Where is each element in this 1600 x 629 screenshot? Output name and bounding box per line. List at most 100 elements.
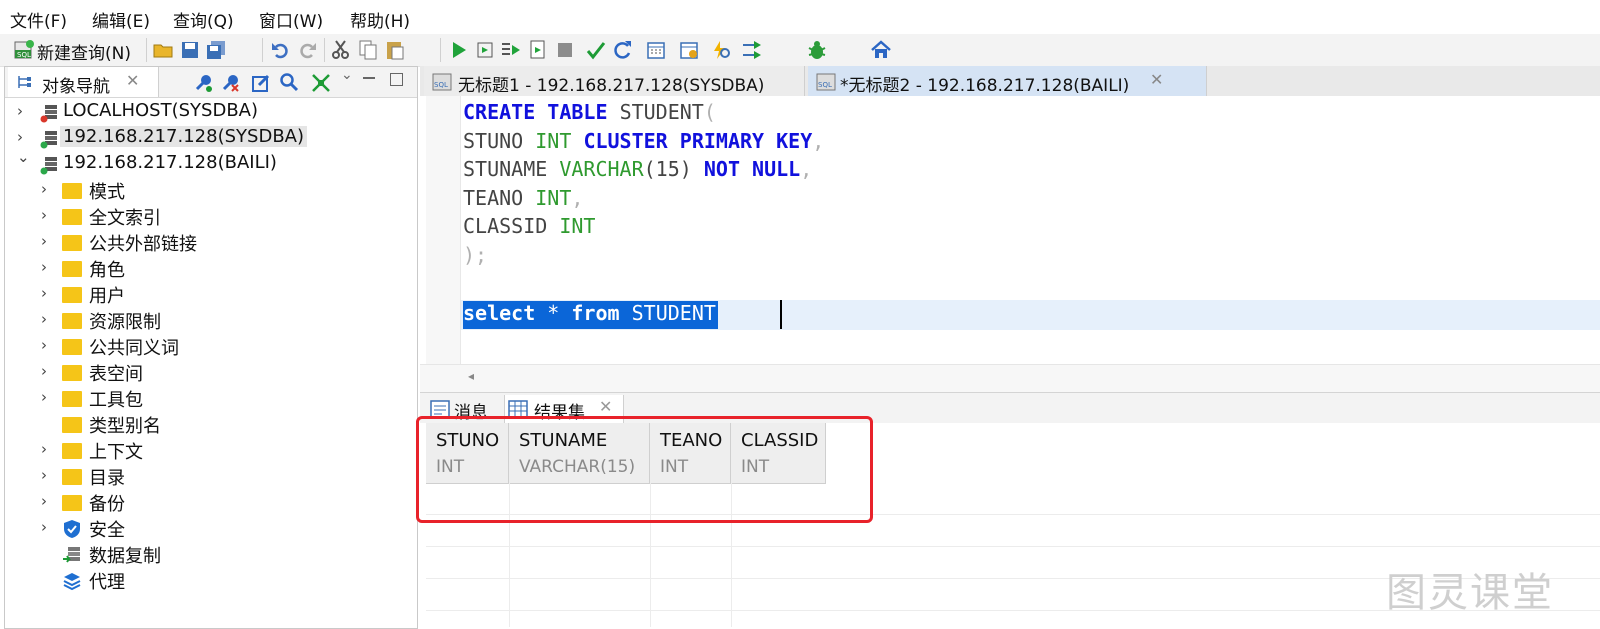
- maximize-icon[interactable]: [390, 73, 403, 86]
- calendar-icon[interactable]: [645, 39, 667, 61]
- tab-label: *无标题2 - 192.168.217.128(BAILI): [840, 76, 1130, 96]
- tree-item[interactable]: › 安全: [41, 516, 407, 542]
- folder-icon: [62, 365, 82, 381]
- menu-window[interactable]: 窗口(W): [259, 7, 323, 32]
- scroll-left-icon[interactable]: ◂: [468, 369, 474, 383]
- schedule-icon[interactable]: [678, 39, 700, 61]
- tree-item-label: 表空间: [89, 364, 143, 385]
- home-icon[interactable]: [870, 39, 892, 61]
- execute-plan-icon[interactable]: [500, 39, 522, 61]
- stop-icon[interactable]: [554, 39, 576, 61]
- paste-icon[interactable]: [384, 39, 406, 61]
- tree-item-label: 公共同义词: [89, 338, 179, 359]
- commit-icon[interactable]: [585, 39, 607, 61]
- toolbar-separator: [262, 38, 263, 62]
- menu-query[interactable]: 查询(Q): [173, 7, 234, 32]
- tree-item[interactable]: › 用户: [41, 282, 407, 308]
- tree-item[interactable]: 数据复制: [41, 542, 407, 568]
- chevron-right-icon[interactable]: ›: [41, 336, 55, 354]
- close-icon[interactable]: ✕: [126, 71, 139, 90]
- chevron-right-icon[interactable]: ›: [41, 362, 55, 380]
- redo-icon[interactable]: [296, 39, 318, 61]
- chevron-right-icon[interactable]: ›: [41, 492, 55, 510]
- editor-horizontal-scrollbar[interactable]: ◂: [420, 364, 1600, 392]
- chevron-right-icon[interactable]: ›: [41, 466, 55, 484]
- folder-icon: [62, 469, 82, 485]
- tree-item[interactable]: › 上下文: [41, 438, 407, 464]
- folder-icon: [62, 261, 82, 277]
- expand-all-icon[interactable]: [311, 73, 331, 93]
- chevron-right-icon[interactable]: ›: [41, 180, 55, 198]
- chevron-right-icon[interactable]: ›: [41, 440, 55, 458]
- folder-icon: [62, 235, 82, 251]
- tree-item[interactable]: › 公共外部链接: [41, 230, 407, 256]
- layers-icon: [63, 573, 81, 591]
- tab-object-navigator[interactable]: 对象导航 ✕: [8, 67, 159, 97]
- tree-connection[interactable]: › 192.168.217.128(SYSDBA): [17, 126, 407, 152]
- menu-help[interactable]: 帮助(H): [350, 7, 410, 32]
- copy-icon[interactable]: [357, 39, 379, 61]
- tab-untitled-2[interactable]: SQL *无标题2 - 192.168.217.128(BAILI) ✕: [808, 66, 1207, 96]
- tree-item[interactable]: › 目录: [41, 464, 407, 490]
- tab-untitled-1[interactable]: SQL 无标题1 - 192.168.217.128(SYSDBA): [424, 66, 805, 96]
- navigator-tab-label: 对象导航: [42, 77, 110, 97]
- tree-item-label: 全文索引: [89, 208, 161, 229]
- chevron-right-icon[interactable]: ›: [41, 206, 55, 224]
- sql-icon: SQL: [14, 40, 34, 59]
- tree-item[interactable]: › 备份: [41, 490, 407, 516]
- tree-item[interactable]: › 资源限制: [41, 308, 407, 334]
- selected-query: select * from STUDENT: [463, 301, 718, 329]
- folder-icon: [62, 209, 82, 225]
- tree-connection[interactable]: › LOCALHOST(SYSDBA): [17, 100, 407, 126]
- save-all-icon[interactable]: [205, 39, 227, 61]
- chevron-right-icon[interactable]: ›: [41, 388, 55, 406]
- chevron-right-icon[interactable]: ›: [41, 258, 55, 276]
- lightning-search-icon[interactable]: [710, 39, 732, 61]
- execute-line-icon[interactable]: [474, 39, 496, 61]
- chevron-right-icon[interactable]: ›: [41, 232, 55, 250]
- open-folder-icon[interactable]: [152, 39, 174, 61]
- step-icon[interactable]: [741, 39, 763, 61]
- tree-item[interactable]: › 角色: [41, 256, 407, 282]
- tree-item[interactable]: › 工具包: [41, 386, 407, 412]
- tree-item-label: 代理: [89, 572, 125, 593]
- disconnect-icon[interactable]: [220, 73, 240, 93]
- tree-item[interactable]: › 公共同义词: [41, 334, 407, 360]
- folder-icon: [62, 417, 82, 433]
- undo-icon[interactable]: [270, 39, 292, 61]
- tree-item[interactable]: 代理: [41, 568, 407, 594]
- sql-editor[interactable]: CREATE TABLE STUDENT( STUNO INT CLUSTER …: [420, 96, 1600, 392]
- code-line-3: STUNAME VARCHAR(15) NOT NULL,: [463, 157, 813, 181]
- toolbar-separator: [324, 38, 325, 62]
- tree-item[interactable]: › 模式: [41, 178, 407, 204]
- chevron-right-icon[interactable]: ›: [17, 102, 31, 120]
- view-menu-icon[interactable]: ⌄: [341, 67, 353, 83]
- debug-bug-icon[interactable]: [806, 39, 828, 61]
- minimize-icon[interactable]: [363, 77, 375, 79]
- connect-icon[interactable]: [193, 73, 213, 93]
- rollback-icon[interactable]: [612, 39, 634, 61]
- tree-item[interactable]: › 全文索引: [41, 204, 407, 230]
- menu-file[interactable]: 文件(F): [10, 7, 67, 32]
- cut-icon[interactable]: [330, 39, 352, 61]
- chevron-right-icon[interactable]: ›: [41, 310, 55, 328]
- new-query-button[interactable]: SQL 新建查询(N): [10, 34, 140, 66]
- close-icon[interactable]: ✕: [599, 397, 612, 416]
- tree-connection[interactable]: ⌄ 192.168.217.128(BAILI): [17, 148, 407, 178]
- svg-text:SQL: SQL: [17, 51, 31, 59]
- chevron-right-icon[interactable]: ›: [41, 284, 55, 302]
- menu-edit[interactable]: 编辑(E): [92, 7, 150, 32]
- chevron-down-icon[interactable]: ⌄: [17, 148, 31, 166]
- edit-icon[interactable]: [251, 73, 271, 93]
- close-icon[interactable]: ✕: [1150, 70, 1163, 89]
- code-line-1: CREATE TABLE STUDENT(: [463, 100, 716, 124]
- save-icon[interactable]: [179, 39, 201, 61]
- tree-item[interactable]: › 表空间: [41, 360, 407, 386]
- sql-file-icon: SQL: [816, 73, 836, 91]
- chevron-right-icon[interactable]: ›: [41, 518, 55, 536]
- chevron-right-icon[interactable]: ›: [17, 128, 31, 146]
- script-icon[interactable]: [527, 39, 549, 61]
- search-icon[interactable]: [279, 72, 299, 92]
- execute-icon[interactable]: [448, 39, 470, 61]
- tree-item[interactable]: 类型别名: [41, 412, 407, 438]
